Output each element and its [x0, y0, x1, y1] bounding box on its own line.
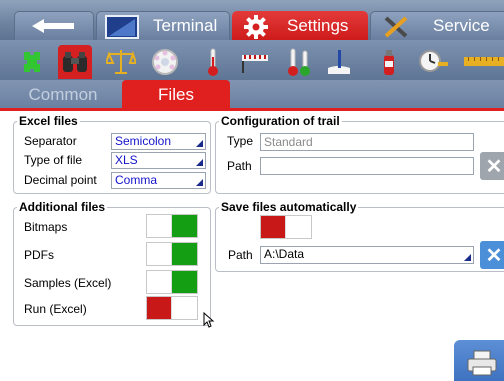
close-icon: ✕ [485, 155, 503, 178]
tab-service[interactable]: Service [370, 11, 504, 41]
type-of-file-label: Type of file [24, 153, 83, 167]
tab-settings[interactable]: Settings [232, 11, 368, 41]
dropdown-arrow-icon [196, 140, 203, 147]
dropdown-arrow-icon [464, 254, 471, 261]
type-of-file-value: XLS [115, 153, 138, 167]
trail-config-title: Configuration of trail [221, 114, 340, 128]
additional-files-title: Additional files [19, 200, 106, 214]
close-icon: ✕ [485, 244, 503, 267]
tab-terminal[interactable]: Terminal [96, 11, 230, 41]
mouse-cursor-icon [203, 312, 215, 328]
separator-label: Separator [24, 134, 77, 148]
tape-icon[interactable] [462, 45, 504, 79]
binoculars-icon[interactable] [58, 45, 92, 79]
clear-save-path-button[interactable]: ✕ [480, 241, 504, 269]
samples-excel-label: Samples (Excel) [24, 276, 112, 290]
trail-path-field[interactable] [260, 157, 474, 175]
thermometer-icon[interactable] [196, 45, 230, 79]
back-arrow-icon [32, 19, 74, 33]
trail-type-label: Type [227, 134, 254, 148]
dropdown-arrow-icon [196, 179, 203, 186]
ruler-icon[interactable] [238, 45, 272, 79]
terminal-icon [105, 15, 139, 39]
extinguisher-icon[interactable] [372, 45, 406, 79]
tab-service-label: Service [433, 16, 490, 35]
print-button[interactable] [454, 340, 504, 381]
printer-icon [467, 350, 497, 376]
thermometer-pair-icon[interactable] [282, 45, 316, 79]
save-automatically-toggle[interactable] [260, 215, 312, 239]
clock-icon[interactable] [416, 45, 450, 79]
clear-trail-path-button[interactable]: ✕ [480, 152, 504, 180]
excel-files-title: Excel files [19, 114, 78, 128]
save-path-label: Path [228, 248, 253, 262]
save-path-value: A:\Data [264, 247, 305, 261]
tab-files[interactable]: Files [122, 80, 230, 110]
tab-settings-label: Settings [287, 16, 349, 35]
pdfs-toggle[interactable] [146, 242, 198, 266]
decimal-point-select[interactable]: Comma [111, 172, 206, 189]
sub-tab-bar: Common Files [0, 80, 504, 110]
separator-value: Semicolon [115, 134, 172, 148]
active-tab-underline [0, 108, 504, 111]
run-excel-toggle[interactable] [146, 296, 198, 320]
puzzle-icon[interactable] [14, 45, 48, 79]
save-automatically-title: Save files automatically [221, 200, 357, 214]
settings-category-bar [0, 40, 504, 80]
decimal-point-label: Decimal point [24, 173, 97, 187]
run-excel-label: Run (Excel) [24, 302, 87, 316]
tools-icon [384, 16, 408, 38]
disk-icon[interactable] [148, 45, 182, 79]
type-of-file-select[interactable]: XLS [111, 152, 206, 169]
samples-excel-toggle[interactable] [146, 270, 198, 294]
pdfs-label: PDFs [24, 248, 54, 262]
trail-type-field: Standard [260, 133, 474, 151]
tab-common[interactable]: Common [6, 80, 120, 110]
back-button[interactable] [14, 11, 94, 41]
hand-icon[interactable] [322, 45, 356, 79]
scale-icon[interactable] [104, 45, 138, 79]
trail-config-group: Configuration of trail [215, 114, 504, 194]
bitmaps-toggle[interactable] [146, 214, 198, 238]
bitmaps-label: Bitmaps [24, 220, 68, 234]
separator-select[interactable]: Semicolon [111, 133, 206, 150]
dropdown-arrow-icon [196, 159, 203, 166]
gear-icon [244, 15, 268, 39]
trail-path-label: Path [227, 159, 252, 173]
top-tab-bar: Terminal Settings Service [0, 0, 504, 41]
save-path-select[interactable]: A:\Data [260, 246, 474, 264]
tab-terminal-label: Terminal [153, 16, 218, 35]
decimal-point-value: Comma [115, 173, 158, 187]
